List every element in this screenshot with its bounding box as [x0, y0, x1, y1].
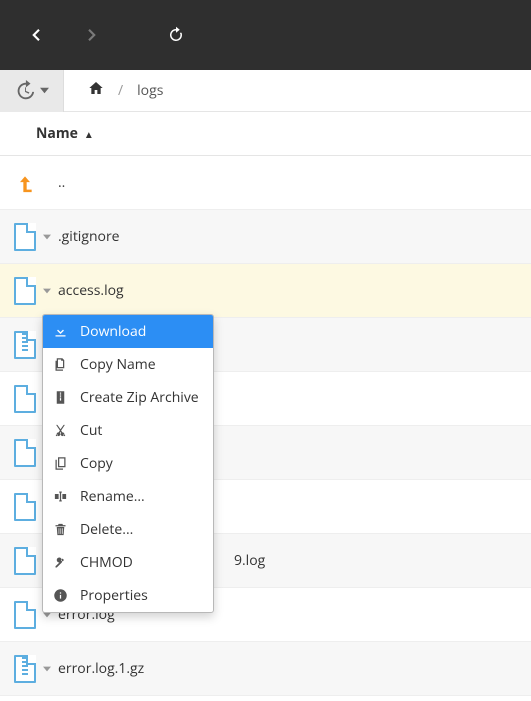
menu-item-label: Create Zip Archive	[80, 388, 199, 407]
zip-file-icon	[10, 331, 40, 359]
file-row[interactable]: access.log	[0, 264, 531, 318]
row-caret-icon[interactable]	[40, 665, 54, 673]
menu-item-rename[interactable]: Rename...	[43, 480, 213, 513]
top-toolbar	[0, 0, 531, 70]
breadcrumb: / logs	[64, 80, 163, 101]
column-header-name[interactable]: Name ▲	[0, 112, 531, 156]
zip-icon	[53, 390, 68, 405]
properties-icon	[53, 588, 68, 603]
menu-item-download[interactable]: Download	[43, 315, 213, 348]
menu-item-label: Delete...	[80, 520, 133, 539]
menu-item-label: Copy	[80, 454, 113, 473]
refresh-button[interactable]	[148, 10, 204, 60]
file-icon	[10, 385, 40, 413]
menu-item-copy[interactable]: Copy	[43, 447, 213, 480]
menu-item-cut[interactable]: Cut	[43, 414, 213, 447]
forward-button[interactable]	[64, 10, 120, 60]
row-caret-icon[interactable]	[40, 287, 54, 295]
file-row[interactable]: .gitignore	[0, 210, 531, 264]
menu-item-properties[interactable]: Properties	[43, 579, 213, 612]
chmod-icon	[53, 555, 68, 570]
back-button[interactable]	[8, 10, 64, 60]
file-icon	[10, 601, 40, 629]
path-bar: / logs	[0, 70, 531, 112]
zip-file-icon	[10, 655, 40, 683]
row-caret-icon[interactable]	[40, 233, 54, 241]
file-icon	[10, 439, 40, 467]
parent-directory-label: ..	[54, 173, 65, 192]
menu-item-label: Cut	[80, 421, 102, 440]
file-icon	[10, 547, 40, 575]
sort-indicator-icon: ▲	[84, 127, 94, 141]
copy-icon	[53, 456, 68, 471]
file-icon	[10, 277, 40, 305]
menu-item-label: Rename...	[80, 487, 145, 506]
file-name: .gitignore	[54, 227, 120, 246]
menu-item-delete[interactable]: Delete...	[43, 513, 213, 546]
menu-item-create-zip[interactable]: Create Zip Archive	[43, 381, 213, 414]
file-icon	[10, 493, 40, 521]
copy-name-icon	[53, 357, 68, 372]
parent-directory-row[interactable]: ..	[0, 156, 531, 210]
delete-icon	[53, 522, 68, 537]
cut-icon	[53, 423, 68, 438]
file-icon	[10, 223, 40, 251]
menu-item-label: Properties	[80, 586, 148, 605]
menu-item-chmod[interactable]: CHMOD	[43, 546, 213, 579]
download-icon	[53, 324, 68, 339]
menu-item-label: Copy Name	[80, 355, 156, 374]
menu-item-label: Download	[80, 322, 146, 341]
up-arrow-icon	[10, 172, 40, 194]
column-header-label: Name	[36, 124, 78, 143]
file-name: error.log.1.gz	[54, 659, 144, 678]
context-menu: Download Copy Name Create Zip Archive Cu…	[42, 314, 214, 613]
file-name: access.log	[54, 281, 124, 300]
home-icon[interactable]	[88, 80, 104, 101]
file-row[interactable]: error.log.1.gz	[0, 642, 531, 696]
menu-item-copy-name[interactable]: Copy Name	[43, 348, 213, 381]
menu-item-label: CHMOD	[80, 553, 133, 572]
history-button[interactable]	[0, 70, 64, 112]
breadcrumb-separator: /	[118, 81, 123, 100]
breadcrumb-current[interactable]: logs	[137, 81, 163, 100]
rename-icon	[53, 489, 68, 504]
